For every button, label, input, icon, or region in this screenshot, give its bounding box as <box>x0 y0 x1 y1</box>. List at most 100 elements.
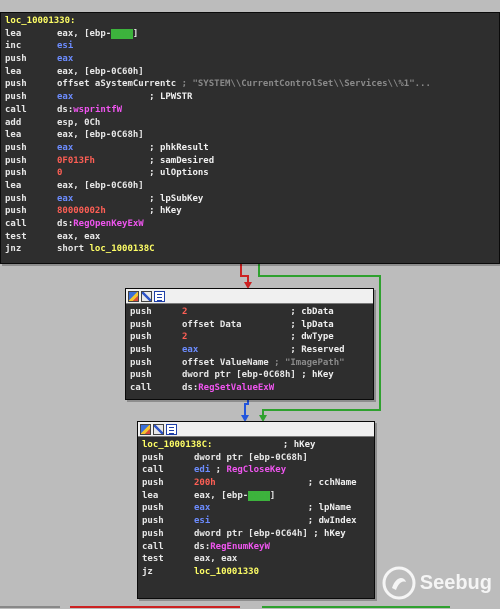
asm-line[interactable]: push esi ; dwIndex <box>142 515 370 528</box>
asm-operands: eax <box>57 53 73 66</box>
asm-token: short <box>57 244 90 255</box>
asm-operands: eax ; LPWSTR <box>57 91 192 104</box>
asm-mnemonic: lea <box>5 180 22 191</box>
asm-operands: eax, [ebp-0C8h] <box>194 490 275 503</box>
asm-operands: esp, 0Ch <box>57 117 100 130</box>
asm-line[interactable]: push 200h ; cchName <box>142 477 370 490</box>
asm-operands: offset Data ; lpData <box>182 319 334 332</box>
asm-token: ; lpSubKey <box>73 193 204 204</box>
asm-line[interactable]: push eax ; lpName <box>142 502 370 515</box>
code-label[interactable]: loc_1000138C: <box>142 440 212 450</box>
asm-token[interactable]: loc_10001330 <box>194 567 259 577</box>
asm-line[interactable]: push 0F013Fh ; samDesired <box>5 155 495 168</box>
asm-mnemonic: call <box>130 383 152 394</box>
code-label[interactable]: loc_10001330: <box>5 16 75 26</box>
asm-line[interactable]: push eax ; lpSubKey <box>5 193 495 206</box>
edit-icon[interactable] <box>153 423 164 435</box>
asm-token: eax, [ebp-0C60h] <box>57 66 144 77</box>
asm-token: ; phkResult <box>73 142 209 153</box>
asm-mnemonic: call <box>142 541 164 552</box>
asm-line[interactable]: push eax ; phkResult <box>5 142 495 155</box>
block-toolbar <box>126 289 373 304</box>
asm-line[interactable]: test eax, eax <box>5 231 495 244</box>
asm-mnemonic: call <box>5 104 27 115</box>
asm-token: ; cbData <box>187 307 334 317</box>
asm-token: ; lpName <box>210 503 352 514</box>
asm-line[interactable]: push offset ValueName ; "ImagePath" <box>130 357 369 370</box>
asm-token: RegEnumKeyW <box>210 541 270 552</box>
asm-mnemonic: push <box>142 503 164 514</box>
asm-token[interactable]: loc_1000138C <box>90 244 155 254</box>
asm-line[interactable]: call ds:RegSetValueExW <box>130 382 369 395</box>
edit-icon[interactable] <box>141 290 152 302</box>
asm-line[interactable]: add esp, 0Ch <box>5 117 495 130</box>
asm-token: ; <box>210 465 227 476</box>
asm-token: edi <box>194 465 211 476</box>
asm-line[interactable]: push eax ; Reserved <box>130 344 369 357</box>
asm-line[interactable]: jnz short loc_1000138C <box>5 243 495 256</box>
asm-line[interactable]: inc esi <box>5 40 495 53</box>
asm-line[interactable]: push offset aSystemCurrentc ; "SYSTEM\\Cu… <box>5 78 495 91</box>
asm-line[interactable]: call edi ; RegCloseKey <box>142 464 370 477</box>
asm-line[interactable]: push dword ptr [ebp-0C68h] ; hKey <box>130 369 369 382</box>
asm-mnemonic: push <box>130 332 152 343</box>
asm-line[interactable]: lea eax, [ebp-0C68h] <box>5 129 495 142</box>
asm-line[interactable]: lea eax, [ebp-0C8h] <box>142 490 370 503</box>
graph-view-icon[interactable] <box>140 423 151 435</box>
asm-token: ; samDesired <box>94 155 215 166</box>
asm-line[interactable]: push dword ptr [ebp-0C68h] <box>142 452 370 465</box>
asm-line[interactable]: jz loc_10001330 <box>142 566 370 579</box>
asm-line[interactable]: lea eax, [ebp-0C60h] <box>5 180 495 193</box>
asm-token: dword ptr [ebp-0C68h] <box>194 452 308 463</box>
asm-token: offset aSystemCurrentc <box>57 79 177 90</box>
asm-mnemonic: push <box>130 307 152 317</box>
asm-token: ; Reserved <box>198 345 345 356</box>
asm-line[interactable]: push 2 ; cbData <box>130 306 369 319</box>
asm-line[interactable]: push eax ; LPWSTR <box>5 91 495 104</box>
asm-mnemonic: push <box>142 528 164 539</box>
asm-token: esi <box>57 41 74 52</box>
asm-line[interactable]: push eax <box>5 53 495 66</box>
asm-line[interactable]: push offset Data ; lpData <box>130 319 369 332</box>
asm-line[interactable]: lea eax, [ebp-0C60h] <box>5 66 495 79</box>
asm-line[interactable]: loc_1000138C: ; hKey <box>142 439 370 452</box>
text-view-icon[interactable] <box>154 290 165 302</box>
asm-token: RegSetValueExW <box>198 383 275 394</box>
asm-line[interactable]: push 80000002h ; hKey <box>5 205 495 218</box>
asm-mnemonic: test <box>142 554 164 565</box>
asm-operands: eax, [ebp-0C60h] <box>57 66 144 79</box>
asm-token: eax, eax <box>194 554 238 565</box>
asm-line[interactable]: loc_10001330: <box>5 15 495 28</box>
asm-token: esi <box>194 516 211 527</box>
asm-token: ; dwType <box>187 332 334 343</box>
code-block-regsetvalue[interactable]: push 2 ; cbData push offset Data ; lpData pu… <box>125 288 374 400</box>
asm-token: eax <box>57 92 74 103</box>
graph-view-icon[interactable] <box>128 290 139 302</box>
asm-operands: dword ptr [ebp-0C64h] ; hKey <box>194 528 346 541</box>
asm-token: ds: <box>182 383 199 394</box>
asm-operands: dword ptr [ebp-0C68h] <box>194 452 308 465</box>
asm-token: wsprintfW <box>73 104 123 115</box>
asm-mnemonic: push <box>130 370 152 381</box>
highlighted-operand: 0C8h <box>248 490 270 501</box>
asm-line[interactable]: call ds:wsprintfW <box>5 104 495 117</box>
asm-operands: eax, eax <box>194 553 237 566</box>
code-block-loc-1000138c[interactable]: loc_1000138C: ; hKey push dword ptr [ebp-0… <box>137 421 375 599</box>
asm-line[interactable]: test eax, eax <box>142 553 370 566</box>
asm-token: 200h <box>194 478 216 489</box>
asm-line[interactable]: call ds:RegOpenKeyExW <box>5 218 495 231</box>
asm-mnemonic: push <box>130 357 152 368</box>
code-block-loc-10001330[interactable]: loc_10001330: lea eax, [ebp-0C8h] inc esi pus… <box>0 12 500 264</box>
asm-line[interactable]: push dword ptr [ebp-0C64h] ; hKey <box>142 528 370 541</box>
asm-operands: 80000002h ; hKey <box>57 205 182 218</box>
asm-line[interactable]: push 0 ; ulOptions <box>5 167 495 180</box>
asm-line[interactable]: lea eax, [ebp-0C8h] <box>5 28 495 41</box>
asm-operands: ds:wsprintfW <box>57 104 122 117</box>
asm-operands: 200h ; cchName <box>194 477 357 490</box>
asm-token: ; dwIndex <box>210 516 357 527</box>
edge-false-block1-block2 <box>240 262 249 284</box>
asm-operands: esi ; dwIndex <box>194 515 357 528</box>
asm-line[interactable]: call ds:RegEnumKeyW <box>142 541 370 554</box>
asm-line[interactable]: push 2 ; dwType <box>130 331 369 344</box>
text-view-icon[interactable] <box>166 423 177 435</box>
